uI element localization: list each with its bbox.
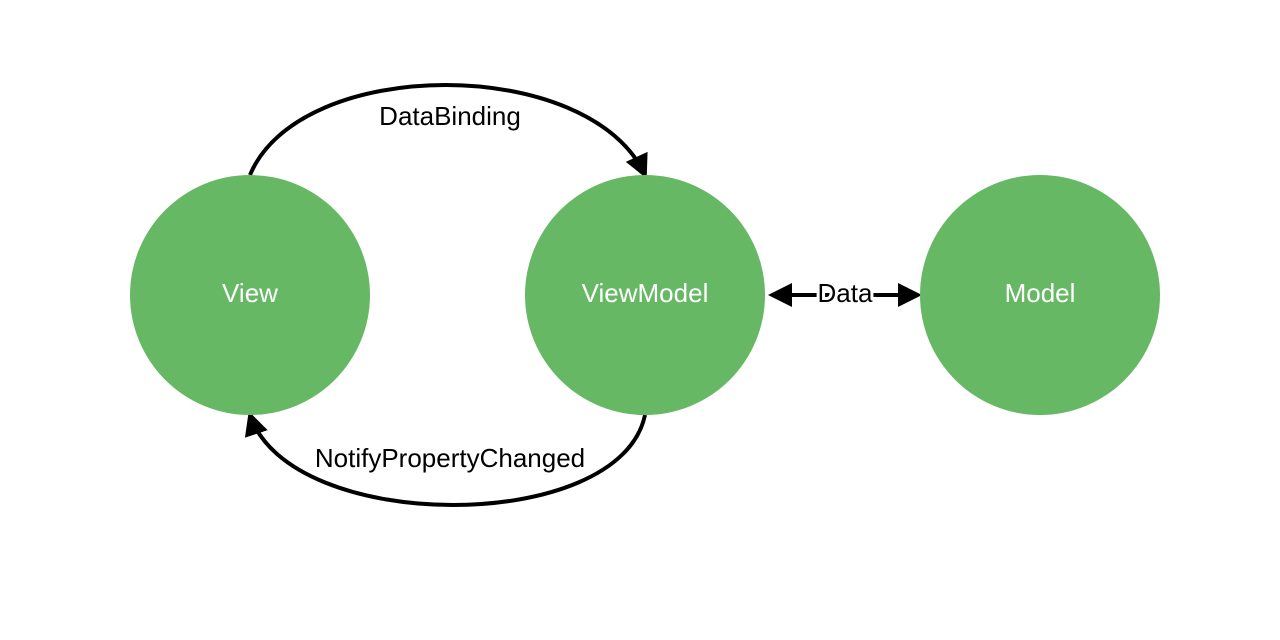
mvvm-diagram: DataBinding NotifyPropertyChanged Data V… — [0, 0, 1280, 640]
node-view: View — [130, 175, 370, 415]
node-viewmodel: ViewModel — [525, 175, 765, 415]
node-model: Model — [920, 175, 1160, 415]
node-model-label: Model — [1005, 278, 1076, 308]
edge-databinding-label: DataBinding — [379, 101, 521, 131]
node-view-label: View — [222, 278, 278, 308]
edge-notify-label: NotifyPropertyChanged — [315, 443, 585, 473]
node-viewmodel-label: ViewModel — [582, 278, 709, 308]
edge-data-label: Data — [818, 278, 873, 308]
